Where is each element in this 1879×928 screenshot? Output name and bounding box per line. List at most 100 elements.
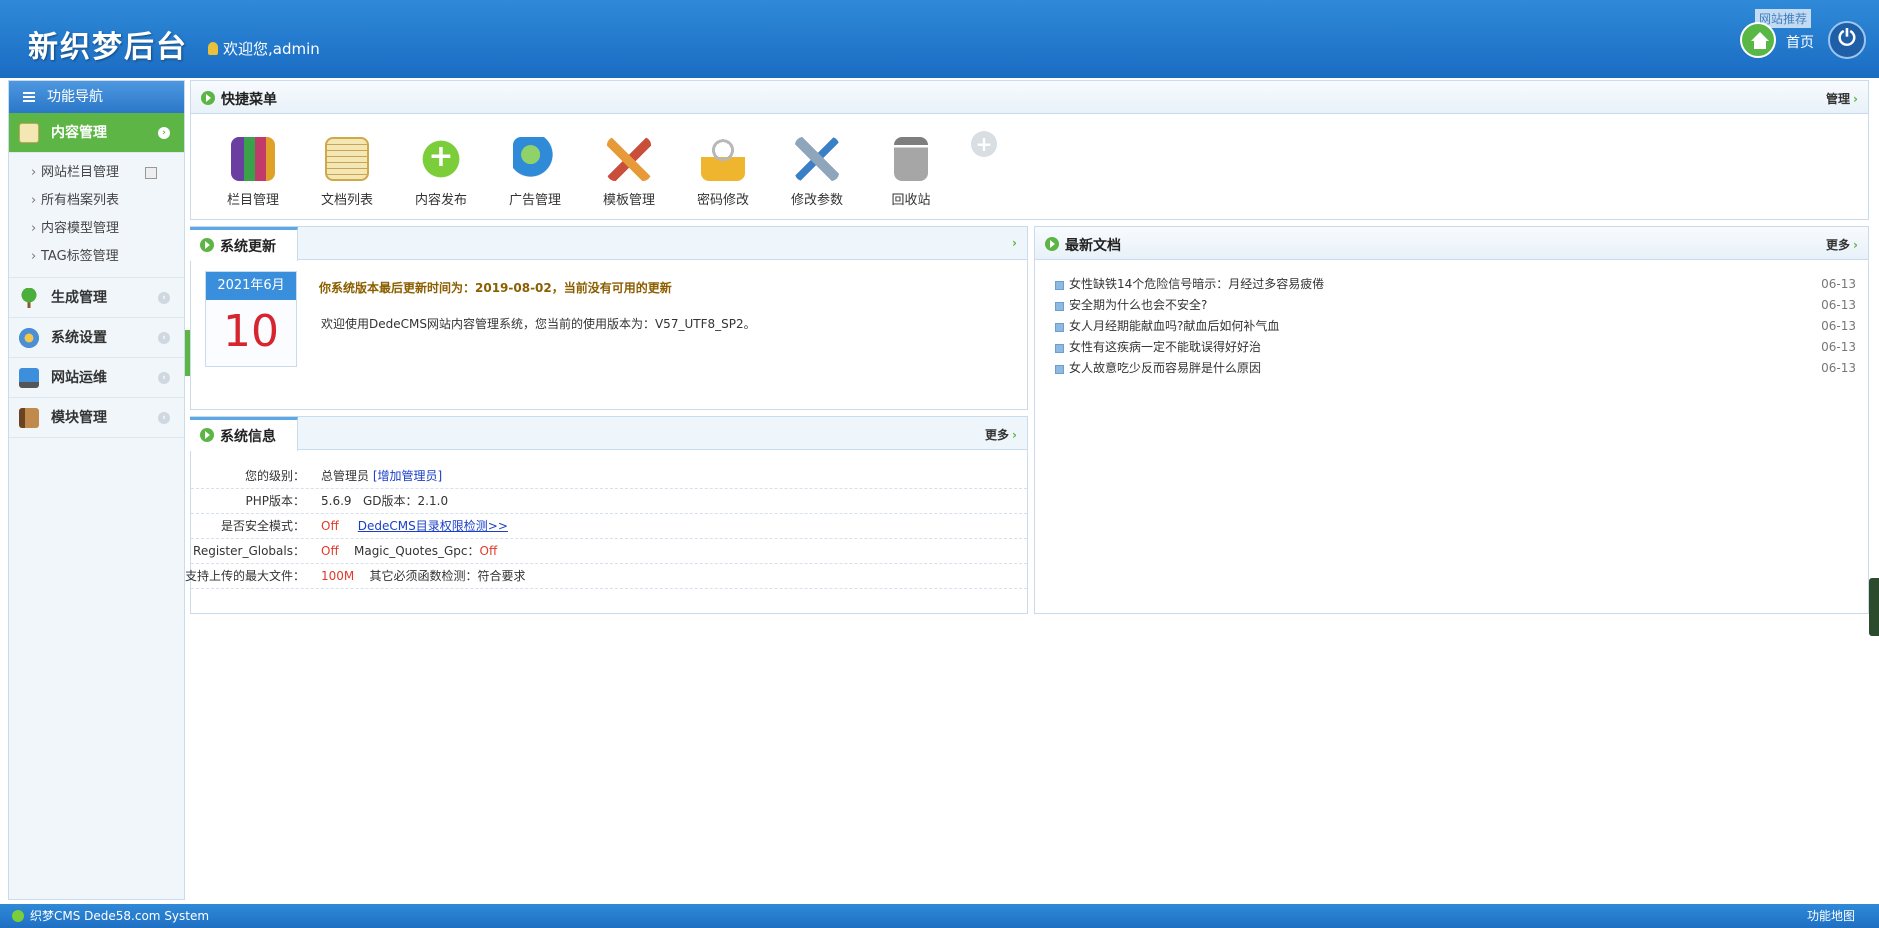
header-bar: 新织梦后台 欢迎您,admin 网站推荐 首页 ⏻ xyxy=(0,0,1879,78)
panel-title: 系统信息 xyxy=(220,429,276,445)
more-link[interactable]: 更多 › xyxy=(1826,236,1858,253)
list-item[interactable]: 安全期为什么也会不安全? 06-13 xyxy=(1055,295,1856,316)
info-value: Off Magic_Quotes_Gpc：Off xyxy=(321,539,497,564)
permission-check-link[interactable]: DedeCMS目录权限检测>> xyxy=(358,519,508,533)
news-title[interactable]: 女人月经期能献血吗?献血后如何补气血 xyxy=(1069,319,1279,333)
quick-item-publish[interactable]: 内容发布 xyxy=(401,137,481,208)
magic-quotes-value: Off xyxy=(479,544,498,558)
calendar-day: 10 xyxy=(223,306,279,357)
quick-item-templates[interactable]: 模板管理 xyxy=(589,137,669,208)
quick-item-label: 栏目管理 xyxy=(226,193,279,208)
sidebar-item-ops[interactable]: 网站运维 › xyxy=(9,358,184,398)
info-value: 总管理员 [增加管理员] xyxy=(321,464,442,489)
sidebar-item-label: 模块管理 xyxy=(51,410,107,426)
quick-item-doclist[interactable]: 文档列表 xyxy=(307,137,387,208)
quick-item-label: 内容发布 xyxy=(414,193,467,208)
latest-docs-panel: 最新文档 更多 › 女性缺铁14个危险信号暗示：月经过多容易疲倦 06-13 安全期… xyxy=(1034,226,1869,614)
notepad-icon xyxy=(325,137,369,181)
manage-link[interactable]: 管理 › xyxy=(1826,90,1858,107)
panel-header: 系统更新 › xyxy=(190,227,1027,261)
home-link[interactable]: 首页 xyxy=(1786,32,1814,52)
info-row: Register_Globals： Off Magic_Quotes_Gpc：O… xyxy=(191,539,1027,564)
quick-item-ads[interactable]: 广告管理 xyxy=(495,137,575,208)
info-row: 您的级别： 总管理员 [增加管理员] xyxy=(191,464,1027,489)
chevron-right-icon[interactable]: › xyxy=(1012,236,1017,250)
list-item[interactable]: 女人月经期能献血吗?献血后如何补气血 06-13 xyxy=(1055,316,1856,337)
quick-item-password[interactable]: 密码修改 xyxy=(683,137,763,208)
quick-item-recycle[interactable]: 回收站 xyxy=(871,137,951,208)
side-scroll-handle[interactable] xyxy=(1869,578,1879,636)
register-globals-value: Off xyxy=(321,544,339,558)
sidebar-submenu: 网站栏目管理 所有档案列表 内容模型管理 TAG标签管理 xyxy=(9,153,184,278)
quick-menu-panel: 快捷菜单 管理› 栏目管理 文档列表 内容发布 广告管理 模板管理 密码修改 修… xyxy=(190,80,1869,220)
news-title[interactable]: 女人故意吃少反而容易胖是什么原因 xyxy=(1069,361,1261,375)
play-circle-icon xyxy=(200,238,214,252)
tree-icon xyxy=(19,288,39,308)
chevron-right-icon: › xyxy=(158,412,170,424)
sidebar-item-settings[interactable]: 系统设置 › xyxy=(9,318,184,358)
sub-item-models[interactable]: 内容模型管理 xyxy=(9,215,184,243)
php-version: 5.6.9 xyxy=(321,494,352,508)
sub-item-label: 网站栏目管理 xyxy=(41,165,120,180)
info-value: 5.6.9 GD版本：2.1.0 xyxy=(321,489,448,514)
info-icon xyxy=(12,910,24,922)
quick-item-params[interactable]: 修改参数 xyxy=(777,137,857,208)
news-date: 06-13 xyxy=(1821,361,1856,375)
news-title[interactable]: 安全期为什么也会不安全? xyxy=(1069,298,1207,312)
tab-system-update[interactable]: 系统更新 xyxy=(190,227,298,261)
sidebar-item-modules[interactable]: 模块管理 › xyxy=(9,398,184,438)
play-circle-icon xyxy=(1045,237,1059,251)
sub-item-columns[interactable]: 网站栏目管理 xyxy=(9,159,184,187)
gear-icon xyxy=(19,328,39,348)
sitemap-link[interactable]: 功能地图 xyxy=(1807,904,1855,928)
list-icon xyxy=(23,92,35,102)
sub-item-tags[interactable]: TAG标签管理 xyxy=(9,243,184,271)
info-label: 您的级别： xyxy=(244,469,305,483)
add-shortcut-icon[interactable]: + xyxy=(971,131,997,157)
wrench-screwdriver-icon xyxy=(795,137,839,181)
update-status: 你系统版本最后更新时间为：2019-08-02，当前没有可用的更新 xyxy=(319,281,672,295)
system-update-panel: 系统更新 › 2021年6月 10 你系统版本最后更新时间为：2019-08-0… xyxy=(190,226,1028,410)
info-row: 支持上传的最大文件： 100M 其它必须函数检测：符合要求 xyxy=(185,564,1027,589)
calendar-widget: 2021年6月 10 xyxy=(205,271,297,367)
info-value-text: 总管理员 xyxy=(321,469,370,483)
sidebar-item-content[interactable]: 内容管理 › xyxy=(9,113,184,153)
play-circle-icon xyxy=(201,91,215,105)
sub-item-archives[interactable]: 所有档案列表 xyxy=(9,187,184,215)
safe-mode-value: Off xyxy=(321,519,339,533)
panel-title: 最新文档 xyxy=(1065,238,1121,254)
list-item[interactable]: 女性有这疾病一定不能耽误得好好治 06-13 xyxy=(1055,337,1856,358)
info-table: 您的级别： 总管理员 [增加管理员] PHP版本： 5.6.9 GD版本：2.1… xyxy=(185,450,1027,589)
user-icon xyxy=(208,42,218,55)
add-column-icon[interactable] xyxy=(145,167,157,179)
news-date: 06-13 xyxy=(1821,340,1856,354)
list-item[interactable]: 女人故意吃少反而容易胖是什么原因 06-13 xyxy=(1055,358,1856,379)
more-label: 更多 xyxy=(1826,238,1851,252)
info-label: 是否安全模式： xyxy=(220,519,305,533)
globe-icon xyxy=(513,137,557,181)
sidebar-item-label: 系统设置 xyxy=(51,330,107,346)
tab-system-info[interactable]: 系统信息 xyxy=(190,417,298,451)
home-icon[interactable] xyxy=(1740,22,1776,58)
trash-icon xyxy=(894,137,928,181)
power-icon[interactable]: ⏻ xyxy=(1828,21,1866,59)
more-label: 更多 xyxy=(985,428,1010,442)
add-circle-icon xyxy=(419,137,463,181)
panel-title: 系统更新 xyxy=(220,239,276,255)
quick-item-label: 修改参数 xyxy=(790,193,843,208)
sidebar-nav: 功能导航 内容管理 › 网站栏目管理 所有档案列表 内容模型管理 TAG标签管理… xyxy=(8,80,185,900)
news-title[interactable]: 女性缺铁14个危险信号暗示：月经过多容易疲倦 xyxy=(1069,277,1324,291)
news-title[interactable]: 女性有这疾病一定不能耽误得好好治 xyxy=(1069,340,1261,354)
more-link[interactable]: 更多 › xyxy=(985,426,1017,443)
lock-icon xyxy=(701,137,745,181)
list-item[interactable]: 女性缺铁14个危险信号暗示：月经过多容易疲倦 06-13 xyxy=(1055,274,1856,295)
sidebar-item-label: 内容管理 xyxy=(51,125,107,141)
gd-version: GD版本：2.1.0 xyxy=(363,494,449,508)
news-date: 06-13 xyxy=(1821,277,1856,291)
sidebar-item-generate[interactable]: 生成管理 › xyxy=(9,278,184,318)
add-admin-link[interactable]: [增加管理员] xyxy=(373,469,442,483)
info-row: PHP版本： 5.6.9 GD版本：2.1.0 xyxy=(191,489,1027,514)
info-value: 100M 其它必须函数检测：符合要求 xyxy=(321,564,526,589)
quick-item-columns[interactable]: 栏目管理 xyxy=(213,137,293,208)
sidebar-item-label: 网站运维 xyxy=(51,370,107,386)
